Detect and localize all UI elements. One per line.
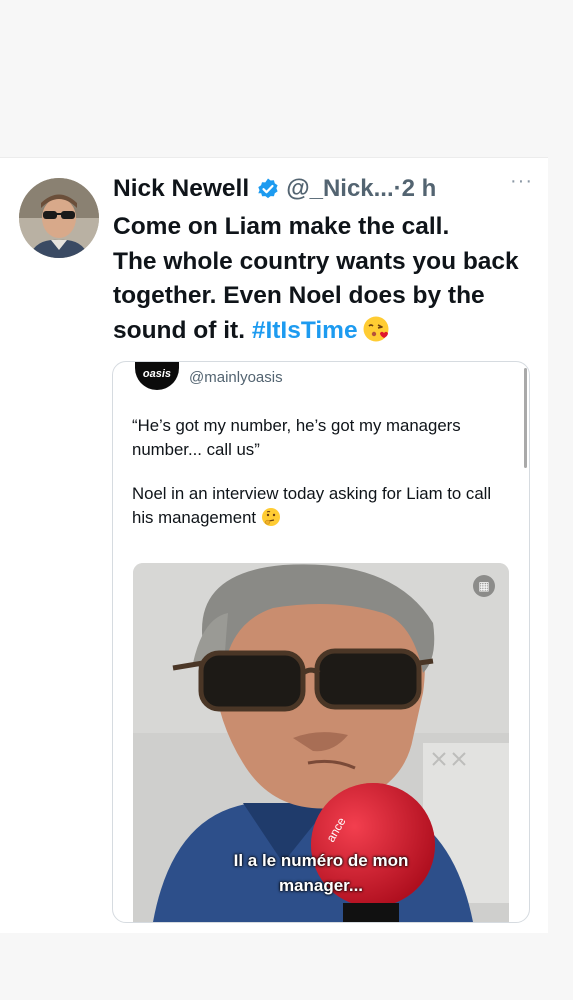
quoted-avatar[interactable]: oasis (135, 362, 179, 390)
quoted-text: “He’s got my number, he’s got my manager… (132, 414, 502, 550)
scrollbar[interactable] (524, 368, 527, 468)
quoted-video[interactable]: ance ▦ Il a le numéro de mon manager... (133, 563, 509, 922)
image-icon[interactable]: ▦ (473, 575, 495, 597)
face-blowing-kiss-icon (363, 316, 389, 341)
tweet-text: Come on Liam make the call. The whole co… (113, 210, 538, 348)
verified-badge-icon (258, 178, 278, 199)
author-handle[interactable]: @_Nick... (286, 175, 393, 203)
quoted-handle[interactable]: @mainlyoasis (189, 369, 283, 386)
hashtag-link[interactable]: #ItIsTime (252, 317, 358, 344)
thinking-face-icon (261, 508, 280, 526)
author-avatar-image (19, 178, 99, 258)
quoted-caption-wrap: Noel in an interview today asking for Li… (132, 482, 502, 530)
video-subtitle-line-2: manager... (278, 876, 364, 895)
quoted-caption: Noel in an interview today asking for Li… (132, 484, 492, 527)
quoted-quote-line: “He’s got my number, he’s got my manager… (132, 416, 461, 459)
more-options-icon[interactable]: ··· (510, 170, 533, 193)
tweet-header: Nick Newell @_Nick... ·2 h ··· (113, 170, 538, 206)
video-subtitle-line-1: Il a le numéro de mon (233, 851, 409, 870)
author-avatar[interactable] (19, 178, 99, 258)
author-name[interactable]: Nick Newell (113, 175, 249, 203)
tweet-timestamp[interactable]: ·2 h (394, 175, 437, 203)
tweet-card[interactable]: Nick Newell @_Nick... ·2 h ··· Come on L… (0, 157, 548, 933)
quoted-tweet[interactable]: oasis @mainlyoasis “He’s got my number, … (112, 361, 530, 923)
